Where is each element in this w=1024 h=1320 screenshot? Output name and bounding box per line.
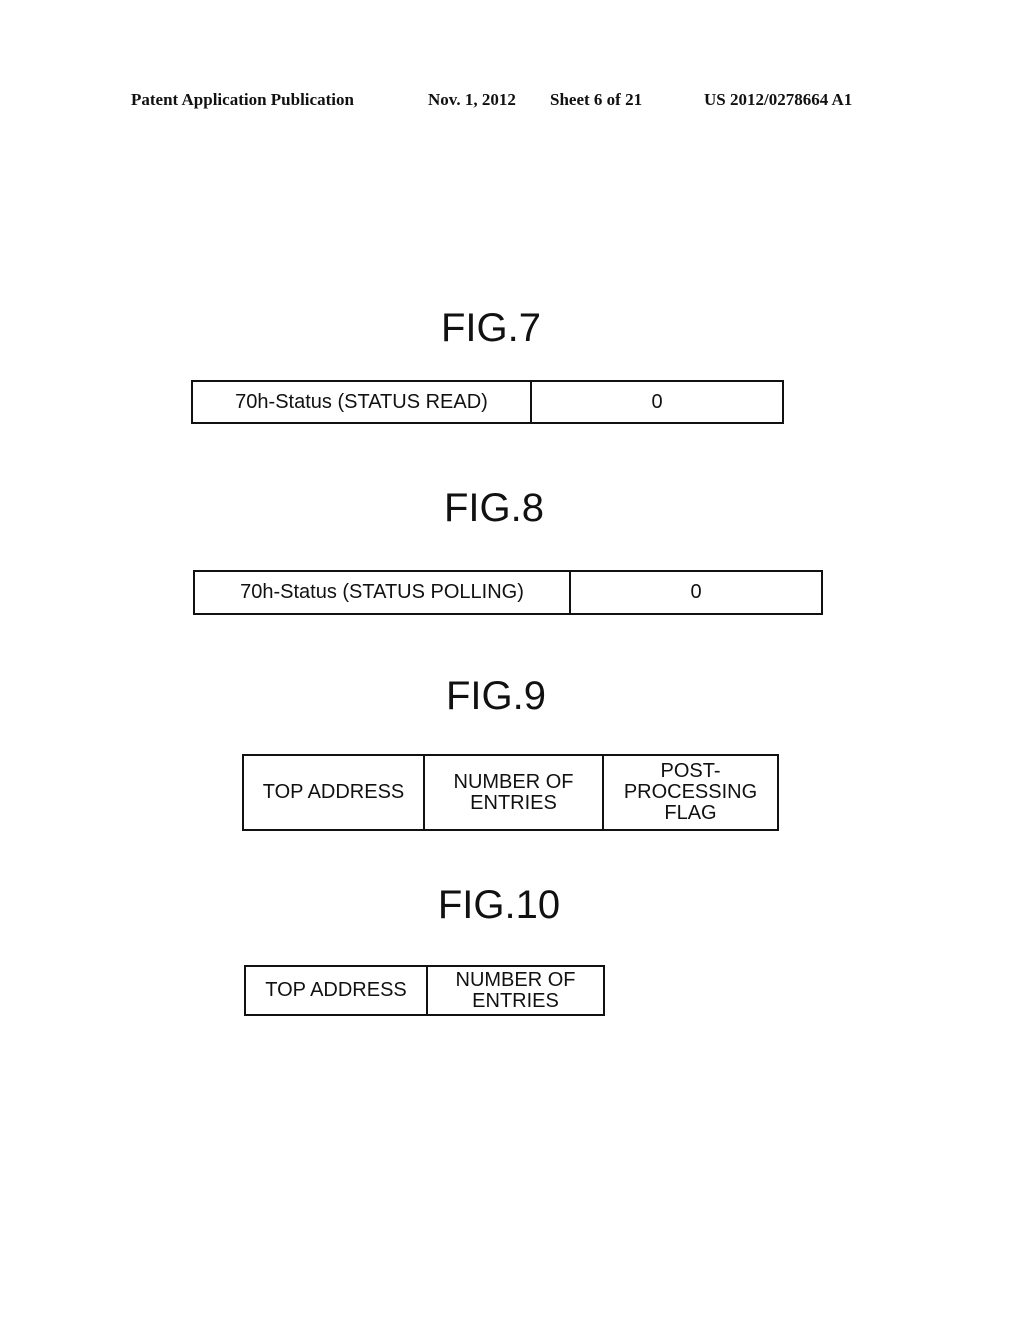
fig7-value-cell: 0 [530, 382, 782, 422]
fig7-table: 70h-Status (STATUS READ) 0 [191, 380, 784, 424]
fig8-status-label-cell: 70h-Status (STATUS POLLING) [240, 581, 524, 603]
fig7-status-label-cell: 70h-Status (STATUS READ) [235, 390, 488, 413]
fig9-title: FIG.9 [445, 674, 547, 718]
fig10-title: FIG.10 [437, 883, 561, 927]
publication-label: Patent Application Publication [131, 90, 354, 109]
fig9-post-processing-flag-cell: POST- PROCESSING FLAG [602, 756, 777, 829]
publication-date: Nov. 1, 2012 [428, 90, 516, 109]
fig7-title: FIG.7 [440, 306, 542, 350]
fig9-table: TOP ADDRESS NUMBER OF ENTRIES POST- PROC… [242, 754, 779, 831]
fig8-value-cell: 0 [569, 572, 821, 613]
sheet-number: Sheet 6 of 21 [550, 90, 643, 109]
fig10-number-of-entries-cell: NUMBER OF ENTRIES [426, 967, 603, 1014]
fig8-table: 70h-Status (STATUS POLLING) 0 [193, 570, 823, 615]
fig10-top-address-cell: TOP ADDRESS [265, 979, 407, 1001]
fig9-number-of-entries-cell: NUMBER OF ENTRIES [423, 756, 602, 829]
fig10-table: TOP ADDRESS NUMBER OF ENTRIES [244, 965, 605, 1016]
fig8-title: FIG.8 [443, 486, 545, 530]
patent-number: US 2012/0278664 A1 [704, 90, 853, 109]
page-header: Patent Application Publication Nov. 1, 2… [131, 90, 891, 114]
fig9-top-address-cell: TOP ADDRESS [262, 781, 405, 803]
